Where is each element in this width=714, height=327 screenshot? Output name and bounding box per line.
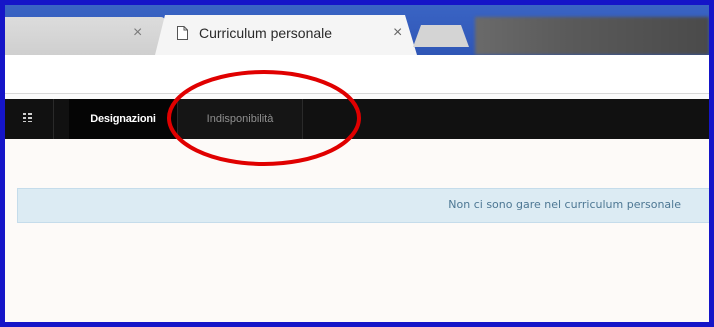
browser-tab-strip: × Curriculum personale × <box>5 5 709 55</box>
alert-message: Non ci sono gare nel curriculum personal… <box>448 198 681 211</box>
tab-designazioni[interactable]: Designazioni <box>69 99 178 139</box>
tab-title: Curriculum personale <box>199 25 333 41</box>
red-circle-annotation <box>167 70 361 166</box>
info-alert: Non ci sono gare nel curriculum personal… <box>17 188 709 223</box>
document-icon <box>177 26 188 40</box>
browser-tab-active[interactable]: Curriculum personale × <box>155 15 417 55</box>
screenshot-frame: × Curriculum personale × Designazioni In… <box>0 0 714 327</box>
close-icon[interactable]: × <box>133 24 142 42</box>
grid-menu-icon <box>23 113 32 122</box>
close-icon[interactable]: × <box>393 24 402 42</box>
new-tab-button[interactable] <box>413 25 469 47</box>
browser-tab-inactive[interactable]: × <box>5 17 165 55</box>
blurred-tab-area <box>475 17 709 55</box>
menu-button[interactable] <box>5 99 54 139</box>
